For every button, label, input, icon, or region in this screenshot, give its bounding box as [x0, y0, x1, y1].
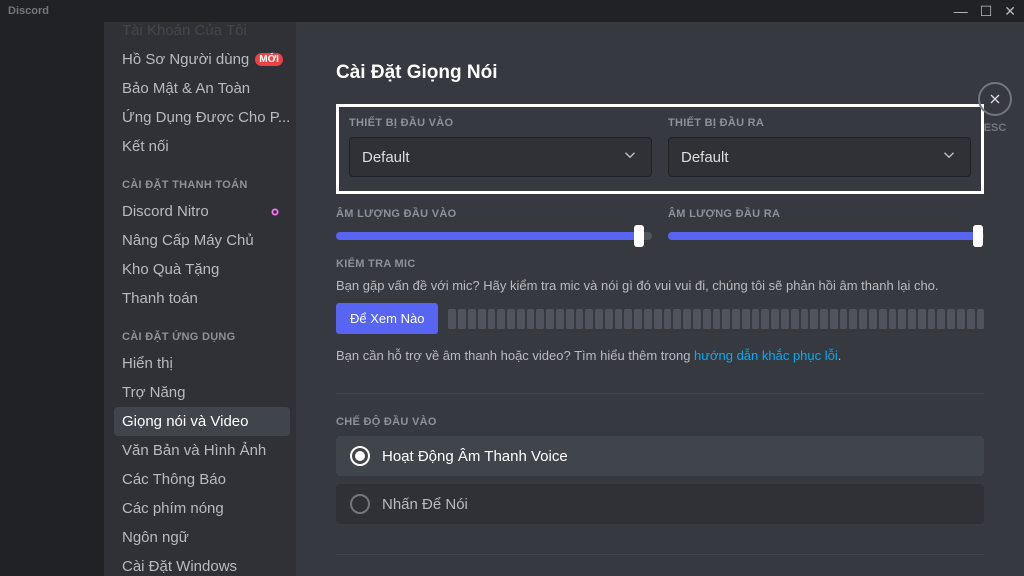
input-device-value: Default [362, 149, 410, 166]
sidebar-header-app: CÀI ĐẶT ỨNG DỤNG [114, 313, 290, 349]
radio-label: Hoạt Động Âm Thanh Voice [382, 448, 568, 465]
sidebar-item-authorized-apps[interactable]: Ứng Dụng Được Cho P... [114, 103, 290, 132]
output-device-label: THIẾT BỊ ĐẦU RA [668, 117, 971, 129]
maximize-button[interactable]: ☐ [980, 4, 993, 18]
close-icon [978, 82, 1012, 116]
input-device-select[interactable]: Default [349, 137, 652, 177]
chevron-down-icon [621, 146, 639, 168]
sidebar-item-label: Giọng nói và Video [122, 413, 248, 430]
sidebar-item-label: Kết nối [122, 138, 169, 155]
radio-icon [350, 446, 370, 466]
mic-test-section: KIỂM TRA MIC Bạn gặp vấn đề với mic? Hãy… [336, 258, 984, 363]
sidebar-gutter [0, 22, 104, 576]
sidebar-item-label: Cài Đặt Windows [122, 558, 237, 575]
sidebar-item-my-account[interactable]: Tài Khoản Của Tôi [114, 22, 290, 45]
help-text: Bạn cần hỗ trợ về âm thanh hoặc video? T… [336, 348, 984, 363]
input-mode-voice-activity[interactable]: Hoạt Động Âm Thanh Voice [336, 436, 984, 476]
sidebar-item-label: Ứng Dụng Được Cho P... [122, 109, 290, 126]
sidebar-item-privacy[interactable]: Bảo Mật & An Toàn [114, 74, 290, 103]
nitro-icon [268, 205, 282, 219]
settings-sidebar: Tài Khoản Của Tôi Hồ Sơ Người dùng MỚI B… [104, 22, 296, 576]
radio-label: Nhấn Để Nói [382, 496, 468, 513]
sidebar-item-label: Các Thông Báo [122, 471, 226, 488]
divider [336, 393, 984, 394]
sidebar-item-notifications[interactable]: Các Thông Báo [114, 465, 290, 494]
sidebar-item-label: Tài Khoản Của Tôi [122, 22, 247, 39]
sidebar-item-label: Nâng Cấp Máy Chủ [122, 232, 254, 249]
output-device-value: Default [681, 149, 729, 166]
minimize-button[interactable]: — [954, 4, 968, 18]
sidebar-item-label: Thanh toán [122, 290, 198, 307]
sidebar-item-server-boost[interactable]: Nâng Cấp Máy Chủ [114, 226, 290, 255]
sidebar-item-label: Hiển thị [122, 355, 173, 372]
app-name: Discord [8, 5, 49, 17]
page-title: Cài Đặt Giọng Nói [336, 22, 984, 104]
volume-row: ÂM LƯỢNG ĐẦU VÀO ÂM LƯỢNG ĐẦU RA [336, 208, 984, 240]
sidebar-item-label: Trợ Năng [122, 384, 185, 401]
sidebar-header-billing: CÀI ĐẶT THANH TOÁN [114, 161, 290, 197]
input-device-label: THIẾT BỊ ĐẦU VÀO [349, 117, 652, 129]
slider-thumb[interactable] [973, 225, 983, 247]
sidebar-item-label: Ngôn ngữ [122, 529, 189, 546]
mic-level-meter [448, 309, 984, 329]
slider-thumb[interactable] [634, 225, 644, 247]
close-window-button[interactable]: ✕ [1004, 4, 1016, 18]
troubleshoot-link[interactable]: hướng dẫn khắc phục lỗi [694, 348, 838, 363]
radio-icon [350, 494, 370, 514]
sidebar-item-billing[interactable]: Thanh toán [114, 284, 290, 313]
mic-test-button[interactable]: Để Xem Nào [336, 303, 438, 334]
slider-fill [668, 232, 978, 240]
window-controls: — ☐ ✕ [954, 4, 1016, 18]
input-mode-push-to-talk[interactable]: Nhấn Để Nói [336, 484, 984, 524]
sidebar-item-label: Hồ Sơ Người dùng [122, 51, 249, 68]
sidebar-item-label: Kho Quà Tặng [122, 261, 219, 278]
slider-fill [336, 232, 639, 240]
output-volume-label: ÂM LƯỢNG ĐẦU RA [668, 208, 984, 220]
sidebar-item-nitro[interactable]: Discord Nitro [114, 197, 290, 226]
output-device-select[interactable]: Default [668, 137, 971, 177]
sidebar-item-gift-inventory[interactable]: Kho Quà Tặng [114, 255, 290, 284]
sidebar-item-label: Các phím nóng [122, 500, 224, 517]
input-volume-label: ÂM LƯỢNG ĐẦU VÀO [336, 208, 652, 220]
input-volume-slider[interactable] [336, 232, 652, 240]
new-badge: MỚI [255, 53, 283, 66]
sidebar-item-keybinds[interactable]: Các phím nóng [114, 494, 290, 523]
sidebar-item-accessibility[interactable]: Trợ Năng [114, 378, 290, 407]
sidebar-item-label: Discord Nitro [122, 203, 209, 220]
device-selection-row: THIẾT BỊ ĐẦU VÀO Default THIẾT BỊ ĐẦU RA… [336, 104, 984, 194]
sidebar-item-voice-video[interactable]: Giọng nói và Video [114, 407, 290, 436]
divider [336, 554, 984, 555]
sidebar-item-text-images[interactable]: Văn Bản và Hình Ảnh [114, 436, 290, 465]
mic-test-description: Bạn gặp vấn đề với mic? Hãy kiểm tra mic… [336, 278, 984, 293]
sidebar-item-language[interactable]: Ngôn ngữ [114, 523, 290, 552]
sidebar-item-profile[interactable]: Hồ Sơ Người dùng MỚI [114, 45, 290, 74]
output-volume-slider[interactable] [668, 232, 984, 240]
input-mode-group: Hoạt Động Âm Thanh Voice Nhấn Để Nói [336, 436, 984, 524]
sidebar-item-label: Bảo Mật & An Toàn [122, 80, 250, 97]
esc-label: ESC [984, 122, 1007, 134]
sidebar-item-label: Văn Bản và Hình Ảnh [122, 442, 266, 459]
sidebar-item-connections[interactable]: Kết nối [114, 132, 290, 161]
mic-test-label: KIỂM TRA MIC [336, 258, 984, 270]
sidebar-item-appearance[interactable]: Hiển thị [114, 349, 290, 378]
sidebar-item-windows[interactable]: Cài Đặt Windows [114, 552, 290, 576]
chevron-down-icon [940, 146, 958, 168]
input-mode-label: CHẾ ĐỘ ĐẦU VÀO [336, 416, 984, 428]
close-settings-button[interactable]: ESC [978, 82, 1012, 134]
settings-content: ESC Cài Đặt Giọng Nói THIẾT BỊ ĐẦU VÀO D… [296, 22, 1024, 576]
titlebar: Discord — ☐ ✕ [0, 0, 1024, 22]
